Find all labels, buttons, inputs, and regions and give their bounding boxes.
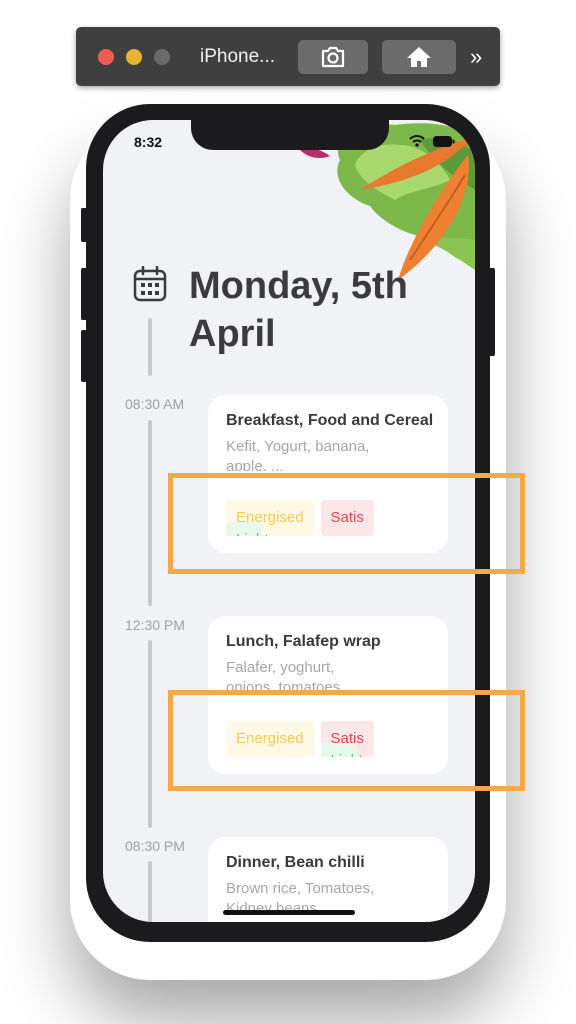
entry-time: 08:30 AM xyxy=(125,396,185,412)
zoom-window-button[interactable] xyxy=(154,49,170,65)
entry-time: 12:30 PM xyxy=(125,617,185,633)
minimize-window-button[interactable] xyxy=(126,49,142,65)
battery-icon xyxy=(433,136,455,147)
calendar-icon xyxy=(133,266,167,302)
simulator-title: iPhone... xyxy=(200,46,275,67)
status-time: 8:32 xyxy=(134,134,163,150)
meal-description: Falafer, yoghurt, onions, tomatoes xyxy=(226,659,341,692)
page-title: Monday, 5th April xyxy=(189,265,408,355)
home-indicator xyxy=(223,910,355,915)
simulator-toolbar: iPhone... » xyxy=(76,27,500,86)
entry-time: 08:30 PM xyxy=(125,838,185,854)
notch xyxy=(191,120,389,150)
meal-description: Brown rice, Tomatoes, Kidney beans xyxy=(226,880,375,913)
more-button[interactable]: » xyxy=(470,44,482,70)
meal-title: Breakfast, Food and Cereal xyxy=(226,412,434,429)
camera-icon xyxy=(321,46,345,68)
timeline-line xyxy=(148,640,152,828)
timeline-line xyxy=(148,861,152,922)
timeline-line xyxy=(148,318,152,376)
status-icons xyxy=(408,134,455,152)
mood-tags-highlight xyxy=(168,473,525,574)
timeline-line xyxy=(148,420,152,606)
screenshot-button[interactable] xyxy=(298,40,368,74)
home-icon xyxy=(407,47,431,67)
mood-tags-highlight xyxy=(168,690,525,791)
home-button[interactable] xyxy=(382,40,456,74)
wifi-icon xyxy=(408,135,425,147)
close-window-button[interactable] xyxy=(98,49,114,65)
meal-title: Dinner, Bean chilli xyxy=(226,854,365,871)
meal-description: Kefit, Yogurt, banana, apple, ... xyxy=(226,438,370,471)
meal-title: Lunch, Falafep wrap xyxy=(226,633,381,650)
